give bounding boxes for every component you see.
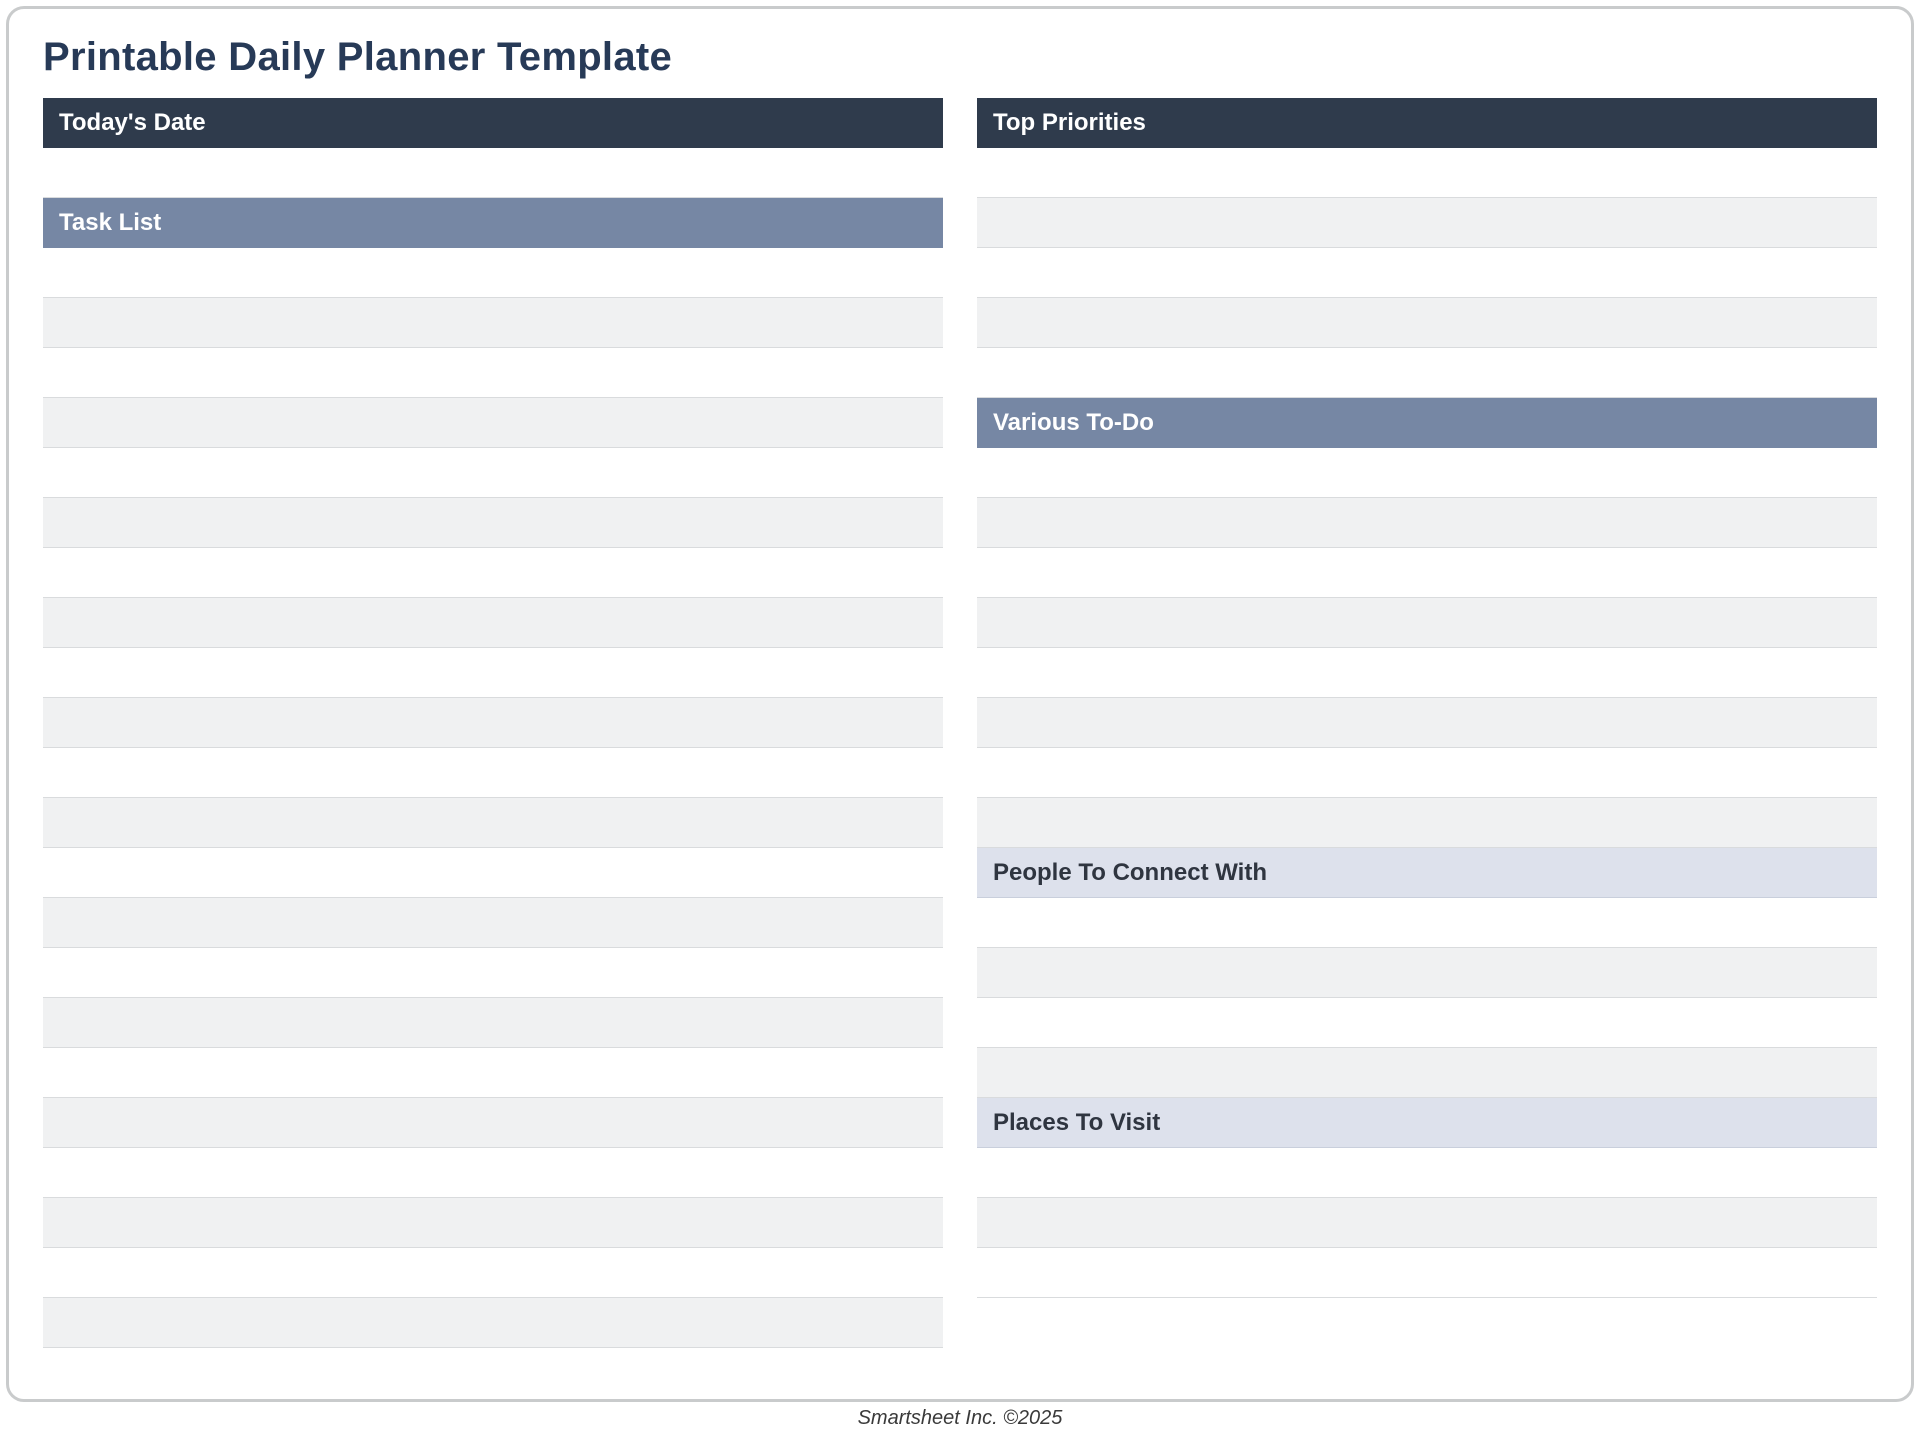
task-list-row[interactable]: [43, 448, 943, 498]
task-list-row[interactable]: [43, 1198, 943, 1248]
todays-date-row[interactable]: [43, 148, 943, 198]
planner-frame: Printable Daily Planner Template Today's…: [6, 6, 1914, 1402]
task-list-row[interactable]: [43, 1298, 943, 1348]
top-priority-row[interactable]: [977, 148, 1877, 198]
various-todo-row[interactable]: [977, 548, 1877, 598]
task-list-row[interactable]: [43, 348, 943, 398]
task-list-row[interactable]: [43, 648, 943, 698]
places-row[interactable]: [977, 1248, 1877, 1298]
various-todo-row[interactable]: [977, 498, 1877, 548]
task-list-row[interactable]: [43, 548, 943, 598]
places-header: Places To Visit: [977, 1098, 1877, 1148]
task-list-row[interactable]: [43, 698, 943, 748]
task-list-row[interactable]: [43, 398, 943, 448]
task-list-row[interactable]: [43, 748, 943, 798]
top-priority-row[interactable]: [977, 198, 1877, 248]
various-todo-header: Various To-Do: [977, 398, 1877, 448]
task-list-row[interactable]: [43, 848, 943, 898]
task-list-row[interactable]: [43, 1098, 943, 1148]
top-priority-row[interactable]: [977, 248, 1877, 298]
right-column: Top Priorities Various To-Do People To C…: [977, 98, 1877, 1298]
footer-copyright: Smartsheet Inc. ©2025: [6, 1402, 1914, 1434]
people-row[interactable]: [977, 948, 1877, 998]
various-todo-row[interactable]: [977, 598, 1877, 648]
task-list-row[interactable]: [43, 248, 943, 298]
various-todo-row[interactable]: [977, 448, 1877, 498]
task-list-row[interactable]: [43, 498, 943, 548]
top-priority-row[interactable]: [977, 348, 1877, 398]
top-priorities-header: Top Priorities: [977, 98, 1877, 148]
task-list-row[interactable]: [43, 1248, 943, 1298]
task-list-row[interactable]: [43, 948, 943, 998]
top-priority-row[interactable]: [977, 298, 1877, 348]
people-row[interactable]: [977, 1048, 1877, 1098]
todays-date-header: Today's Date: [43, 98, 943, 148]
task-list-header: Task List: [43, 198, 943, 248]
task-list-row[interactable]: [43, 298, 943, 348]
task-list-row[interactable]: [43, 1148, 943, 1198]
task-list-row[interactable]: [43, 998, 943, 1048]
various-todo-row[interactable]: [977, 648, 1877, 698]
various-todo-row[interactable]: [977, 698, 1877, 748]
people-header: People To Connect With: [977, 848, 1877, 898]
task-list-row[interactable]: [43, 798, 943, 848]
page-title: Printable Daily Planner Template: [43, 35, 1877, 80]
places-row[interactable]: [977, 1148, 1877, 1198]
task-list-row[interactable]: [43, 598, 943, 648]
columns: Today's Date Task List: [43, 98, 1877, 1348]
places-row[interactable]: [977, 1198, 1877, 1248]
task-list-row[interactable]: [43, 898, 943, 948]
people-row[interactable]: [977, 998, 1877, 1048]
left-column: Today's Date Task List: [43, 98, 943, 1348]
various-todo-row[interactable]: [977, 798, 1877, 848]
task-list-row[interactable]: [43, 1048, 943, 1098]
people-row[interactable]: [977, 898, 1877, 948]
various-todo-row[interactable]: [977, 748, 1877, 798]
